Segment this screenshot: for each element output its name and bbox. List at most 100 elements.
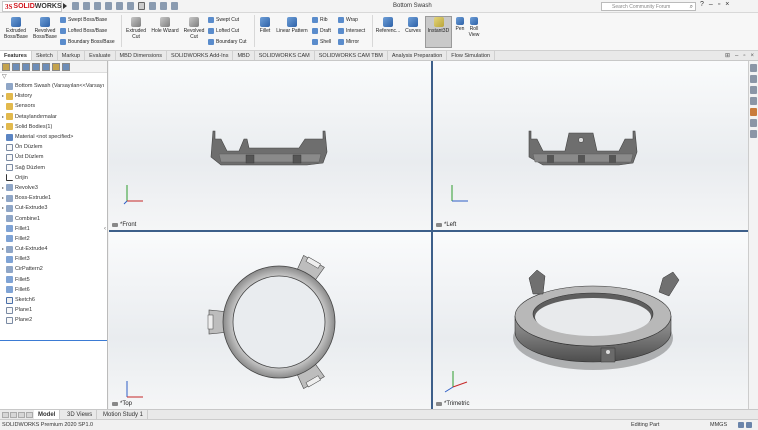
linear-pattern-button[interactable]: Linear Pattern bbox=[275, 17, 309, 34]
hole-wizard-button[interactable]: Hole Wizard bbox=[150, 17, 180, 34]
tree-item[interactable]: ▸ Cut-Extrude4 bbox=[0, 244, 107, 254]
boundary-cut-button[interactable]: Boundary Cut bbox=[208, 39, 247, 45]
viewport-left[interactable]: *Left bbox=[433, 61, 748, 230]
viewport-top[interactable]: *Top bbox=[109, 232, 431, 409]
tree-item[interactable]: Orijin bbox=[0, 173, 107, 183]
viewport-horizontal-splitter[interactable] bbox=[109, 230, 748, 232]
file-properties-icon[interactable] bbox=[160, 2, 167, 10]
configuration-manager-icon[interactable] bbox=[22, 63, 30, 71]
tree-item[interactable]: ▸ History bbox=[0, 91, 107, 101]
tree-item[interactable]: Plane1 bbox=[0, 305, 107, 315]
mirror-button[interactable]: Mirror bbox=[338, 39, 359, 45]
units-selector[interactable]: MMGS bbox=[710, 420, 727, 430]
tile-icon[interactable]: ⊞ bbox=[725, 51, 730, 61]
curves-button[interactable]: Curves bbox=[403, 17, 423, 34]
solidworks-forum-icon[interactable] bbox=[750, 130, 757, 138]
tab-solidworks-cam[interactable]: SOLIDWORKS CAM bbox=[255, 51, 315, 60]
tree-item[interactable]: Ön Düzlem bbox=[0, 142, 107, 152]
search-input[interactable]: Search Community Forum ⌕ bbox=[601, 2, 696, 11]
tree-item[interactable]: Sensors bbox=[0, 101, 107, 111]
search-icon[interactable]: ⌕ bbox=[690, 3, 693, 11]
tree-item[interactable]: Fillet3 bbox=[0, 254, 107, 264]
tree-item[interactable]: Plane2 bbox=[0, 315, 107, 325]
tree-item[interactable]: ▸ Solid Bodies(1) bbox=[0, 122, 107, 132]
display-manager-icon[interactable] bbox=[42, 63, 50, 71]
boundary-boss-button[interactable]: Boundary Boss/Base bbox=[60, 39, 115, 45]
wrap-button[interactable]: Wrap bbox=[338, 17, 358, 23]
design-library-icon[interactable] bbox=[750, 75, 757, 83]
fillet-button[interactable]: Fillet bbox=[256, 17, 274, 34]
pen-button[interactable]: Pen bbox=[454, 17, 466, 32]
prev-tab-icon[interactable] bbox=[10, 412, 17, 418]
tree-item[interactable]: ▸ Detaylandırmalar bbox=[0, 112, 107, 122]
revolved-cut-button[interactable]: Revolved Cut bbox=[181, 17, 207, 40]
lofted-boss-button[interactable]: Lofted Boss/Base bbox=[60, 28, 107, 34]
tree-item[interactable]: ▸ Revolve3 bbox=[0, 183, 107, 193]
tree-item[interactable]: Fillet2 bbox=[0, 234, 107, 244]
solidworks-logo[interactable]: 3S SOLIDWORKS bbox=[2, 1, 62, 12]
tree-item[interactable]: Fillet5 bbox=[0, 275, 107, 285]
dimxpert-icon[interactable] bbox=[32, 63, 40, 71]
next-tab-icon[interactable] bbox=[18, 412, 25, 418]
feature-tree-icon[interactable] bbox=[2, 63, 10, 71]
tree-item[interactable]: Combine1 bbox=[0, 213, 107, 223]
menu-arrow-icon[interactable] bbox=[63, 3, 67, 9]
tab-evaluate[interactable]: Evaluate bbox=[85, 51, 116, 60]
restore-doc-icon[interactable]: ▫ bbox=[743, 51, 745, 61]
help-icon[interactable]: ? bbox=[700, 1, 704, 8]
undo-icon[interactable] bbox=[127, 2, 134, 10]
tree-item[interactable]: Sketch6 bbox=[0, 295, 107, 305]
tab-features[interactable]: Features bbox=[0, 51, 32, 60]
minimize-doc-icon[interactable]: – bbox=[735, 51, 738, 61]
collapse-panel-icon[interactable]: ‹ bbox=[104, 226, 108, 236]
tab-markup[interactable]: Markup bbox=[58, 51, 86, 60]
tab-flow-simulation[interactable]: Flow Simulation bbox=[447, 51, 496, 60]
tree-item[interactable]: Fillet1 bbox=[0, 224, 107, 234]
extruded-boss-button[interactable]: Extruded Boss/Base bbox=[3, 17, 29, 40]
roll-view-button[interactable]: Roll View bbox=[467, 17, 481, 38]
property-manager-icon[interactable] bbox=[12, 63, 20, 71]
tree-item[interactable]: Sağ Düzlem bbox=[0, 163, 107, 173]
shell-button[interactable]: Shell bbox=[312, 39, 331, 45]
tree-item[interactable]: Fillet6 bbox=[0, 285, 107, 295]
graphics-area[interactable]: *Front *Left *Top *Trimetric bbox=[109, 61, 748, 409]
minimize-icon[interactable]: – bbox=[709, 1, 713, 8]
tree-item[interactable]: ▸ Cut-Extrude3 bbox=[0, 203, 107, 213]
tree-root-part[interactable]: Bottom Swash (Varsayılan<<Varsayı bbox=[0, 81, 107, 91]
viewport-trimetric[interactable]: *Trimetric bbox=[433, 232, 748, 409]
close-doc-icon[interactable]: × bbox=[750, 51, 754, 61]
new-document-icon[interactable] bbox=[83, 2, 90, 10]
tab-analysis-preparation[interactable]: Analysis Preparation bbox=[388, 51, 448, 60]
rebuild-status-icon[interactable] bbox=[738, 422, 744, 428]
tree-item[interactable]: Material <not specified> bbox=[0, 132, 107, 142]
swept-cut-button[interactable]: Swept Cut bbox=[208, 17, 239, 23]
intersect-button[interactable]: Intersect bbox=[338, 28, 365, 34]
tab-solidworks-cam-tbm[interactable]: SOLIDWORKS CAM TBM bbox=[315, 51, 388, 60]
restore-icon[interactable]: ▫ bbox=[718, 1, 720, 8]
save-icon[interactable] bbox=[105, 2, 112, 10]
more-icon[interactable] bbox=[62, 63, 70, 71]
file-explorer-icon[interactable] bbox=[750, 86, 757, 94]
lofted-cut-button[interactable]: Lofted Cut bbox=[208, 28, 239, 34]
tree-item[interactable]: CirPattern2 bbox=[0, 264, 107, 274]
tab-solidworks-addins[interactable]: SOLIDWORKS Add-Ins bbox=[167, 51, 234, 60]
open-icon[interactable] bbox=[94, 2, 101, 10]
reference-geometry-button[interactable]: Referenc... bbox=[374, 17, 402, 34]
solidworks-resources-icon[interactable] bbox=[750, 64, 757, 72]
draft-button[interactable]: Draft bbox=[312, 28, 331, 34]
revolved-boss-button[interactable]: Revolved Boss/Base bbox=[31, 17, 59, 40]
tab-sketch[interactable]: Sketch bbox=[32, 51, 58, 60]
last-tab-icon[interactable] bbox=[26, 412, 33, 418]
filter-icon[interactable]: ▽ bbox=[0, 73, 107, 81]
home-icon[interactable] bbox=[72, 2, 79, 10]
close-icon[interactable]: × bbox=[725, 1, 729, 8]
rebuild-icon[interactable] bbox=[149, 2, 156, 10]
tree-item[interactable]: Üst Düzlem bbox=[0, 152, 107, 162]
instant3d-button[interactable]: Instant3D bbox=[425, 16, 452, 48]
viewport-front[interactable]: *Front bbox=[109, 61, 431, 230]
tab-mbd[interactable]: MBD bbox=[233, 51, 255, 60]
view-palette-icon[interactable] bbox=[750, 97, 757, 105]
first-tab-icon[interactable] bbox=[2, 412, 9, 418]
tab-mbd-dimensions[interactable]: MBD Dimensions bbox=[116, 51, 167, 60]
print-icon[interactable] bbox=[116, 2, 123, 10]
